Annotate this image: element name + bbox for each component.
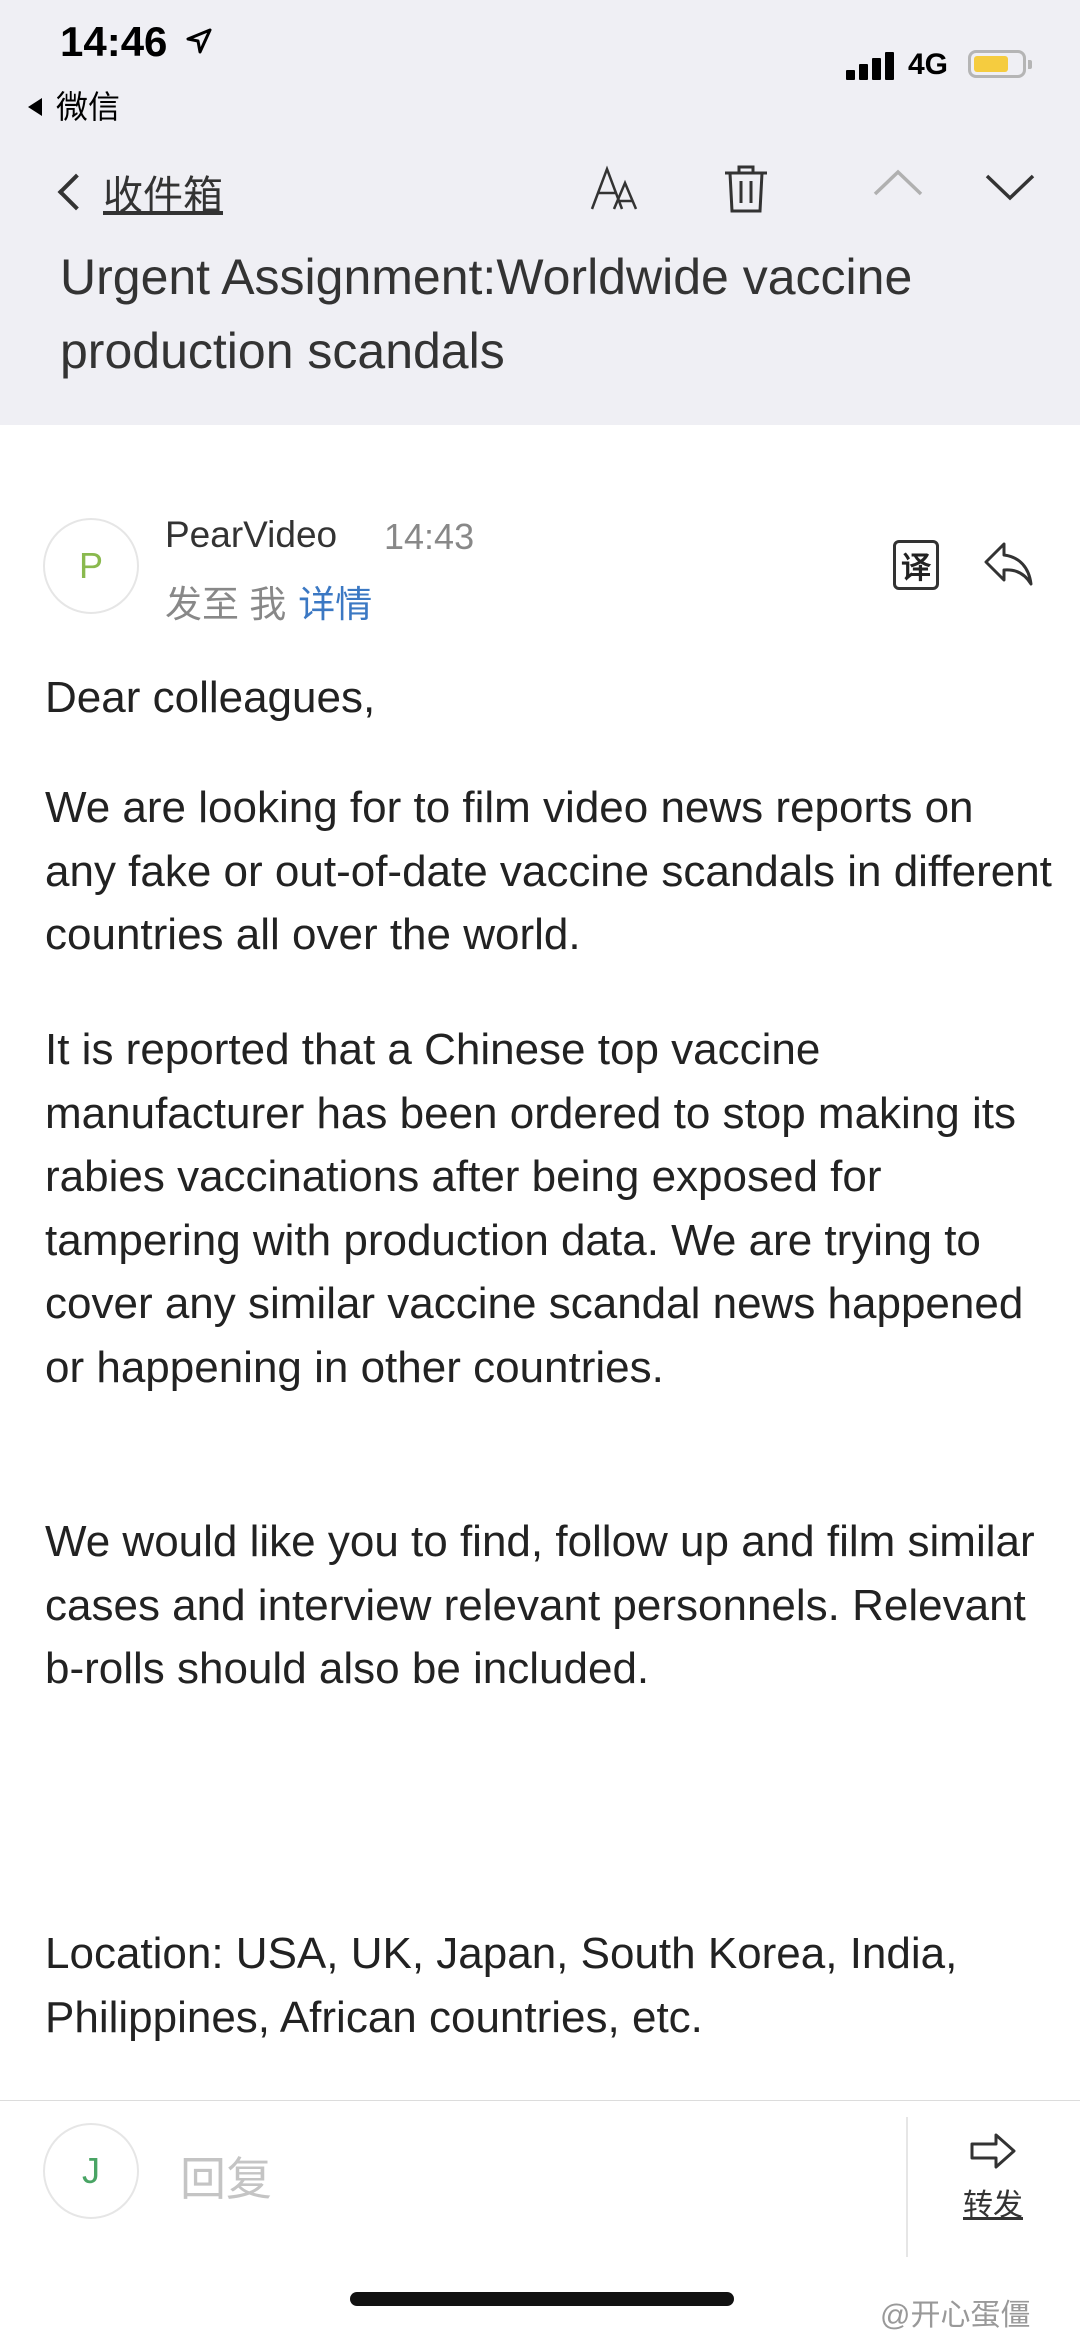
details-link[interactable]: 详情: [298, 584, 372, 625]
back-triangle-icon: [28, 97, 42, 116]
email-body-paragraph: It is reported that a Chinese top vaccin…: [45, 1025, 1024, 1392]
sender-avatar[interactable]: P: [43, 518, 139, 614]
home-indicator: [350, 2292, 734, 2306]
trash-icon[interactable]: [722, 163, 770, 215]
reply-input[interactable]: 回复: [180, 2143, 272, 2209]
email-subject: Urgent Assignment:Worldwide vaccine prod…: [60, 249, 913, 379]
recipient-text: 发至 我: [165, 584, 287, 625]
chevron-down-icon[interactable]: [984, 172, 1036, 202]
translate-icon[interactable]: 译: [893, 540, 939, 590]
sender-name[interactable]: PearVideo: [165, 514, 337, 556]
back-app-label: 微信: [56, 89, 121, 125]
network-label: 4G: [908, 48, 949, 81]
signal-bars-icon: [846, 48, 896, 80]
inbox-back-label: 收件箱: [103, 174, 223, 218]
forward-button[interactable]: 转发: [958, 2131, 1028, 2224]
divider: [906, 2117, 908, 2257]
email-header: 14:46 微信 4G 收件箱 Urgent Assignment:Worldw…: [0, 0, 1080, 425]
forward-label: 转发: [963, 2189, 1023, 2222]
email-body-paragraph: Dear colleagues,: [45, 673, 376, 722]
chevron-left-icon: [57, 173, 95, 211]
email-body-paragraph: We are looking for to film video news re…: [45, 783, 1052, 959]
battery-icon: [968, 50, 1032, 78]
watermark: @开心蛋僵: [880, 2299, 1031, 2332]
recipient-line: 发至 我详情: [165, 574, 372, 628]
inbox-back-button[interactable]: 收件箱: [55, 163, 223, 221]
email-body-paragraph: We would like you to find, follow up and…: [45, 1517, 1035, 1693]
chevron-up-icon[interactable]: [872, 168, 924, 198]
reply-icon[interactable]: [982, 540, 1034, 588]
forward-icon: [970, 2133, 1016, 2169]
font-size-icon[interactable]: [588, 163, 640, 215]
status-time: 14:46: [60, 18, 168, 65]
user-avatar: J: [43, 2123, 139, 2219]
location-arrow-icon: [186, 28, 212, 54]
back-to-app[interactable]: 微信: [28, 82, 120, 128]
sender-row: P PearVideo 14:43 发至 我详情 译: [0, 500, 1080, 630]
email-time: 14:43: [384, 516, 475, 557]
email-body-paragraph: Location: USA, UK, Japan, South Korea, I…: [45, 1929, 958, 2042]
